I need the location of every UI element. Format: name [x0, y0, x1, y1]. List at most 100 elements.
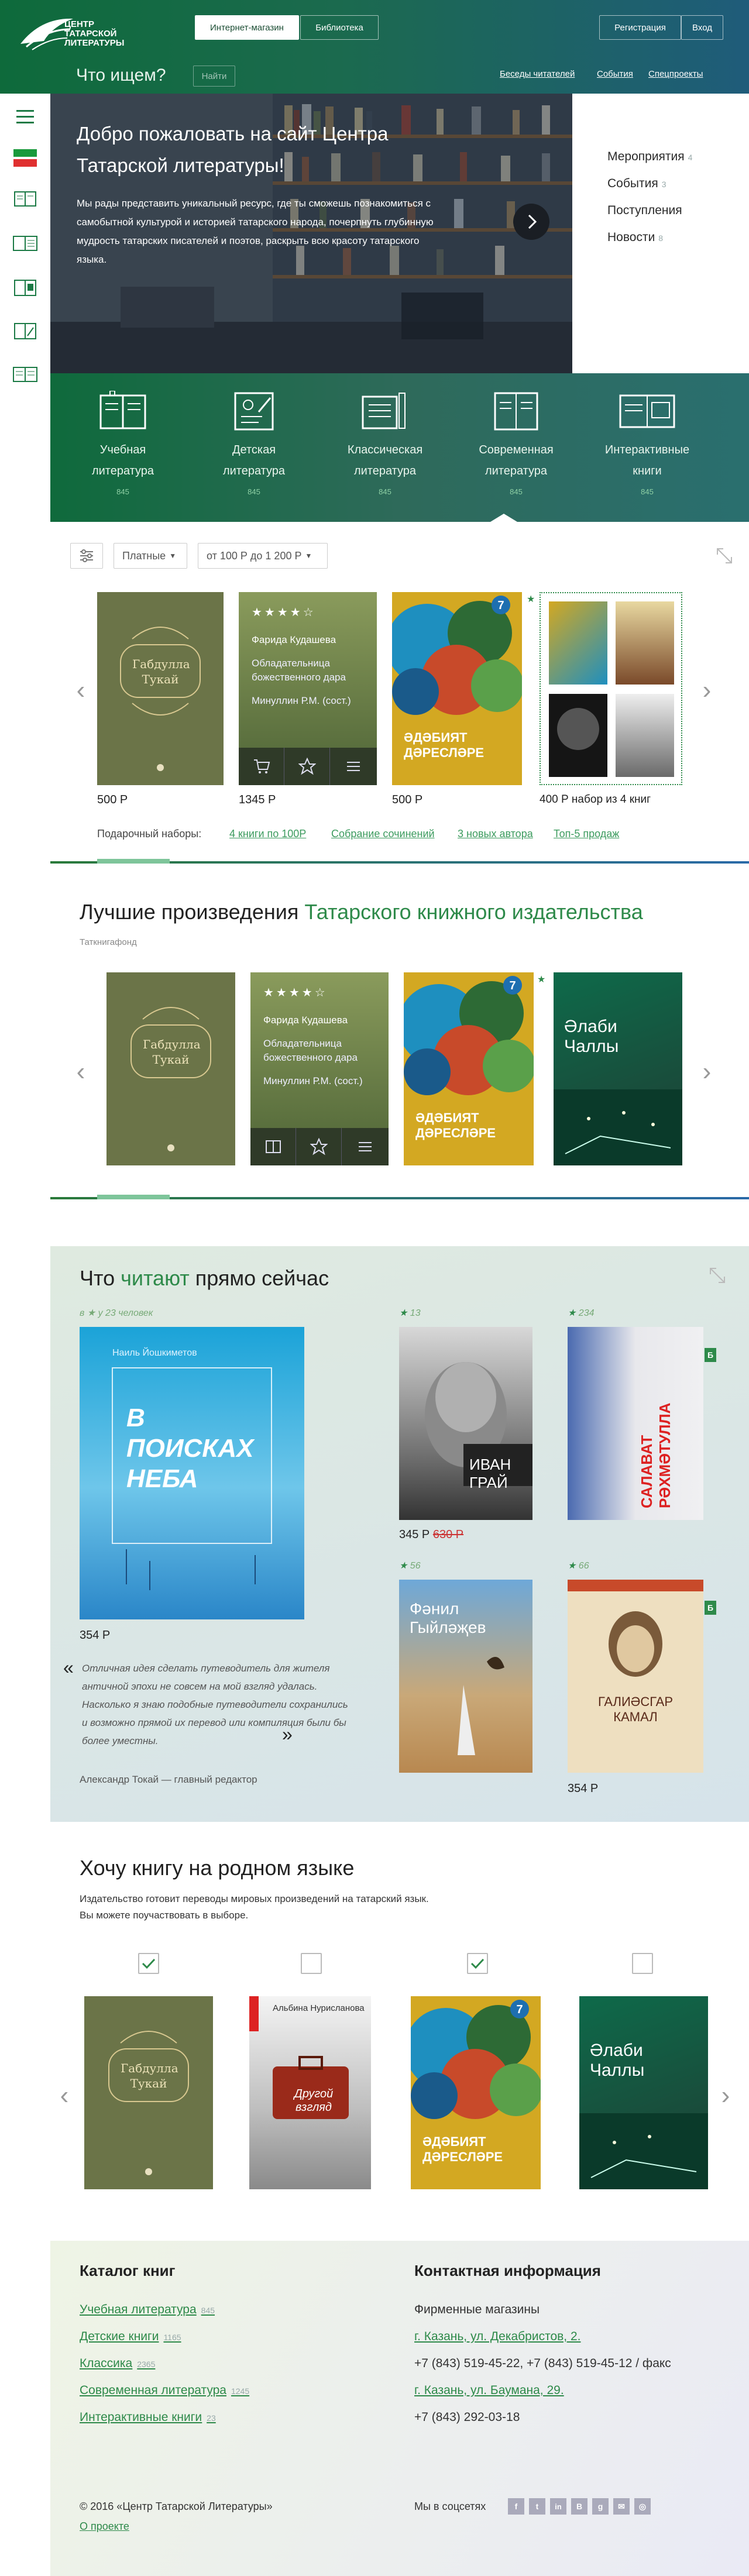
footer-address-link[interactable]: г. Казань, ул. Баумана, 29.	[414, 2384, 564, 2398]
tab-shop[interactable]: Интернет-магазин	[195, 15, 299, 40]
facebook-icon[interactable]: f	[508, 2498, 524, 2515]
footer-catalog-link[interactable]: Учебная литература 845	[80, 2303, 215, 2317]
expand-icon[interactable]	[715, 546, 734, 565]
book-cover-fanil[interactable]: Фәнил Гыйләҗев	[399, 1580, 532, 1773]
menu-icon[interactable]	[12, 106, 39, 128]
book-edit-icon[interactable]	[12, 321, 39, 342]
carousel-prev-arrow[interactable]: ‹	[75, 677, 87, 703]
vote-checkbox-3[interactable]	[467, 1953, 488, 1974]
vote-checkbox-1[interactable]	[138, 1953, 159, 1974]
carousel-next-arrow[interactable]: ›	[701, 1059, 713, 1085]
book-title: Другой взгляд	[294, 2087, 334, 2114]
vk-icon[interactable]: B	[571, 2498, 587, 2515]
book-cover-main[interactable]: Наиль Йошкиметов В ПОИСКАХ НЕБА	[80, 1327, 304, 1619]
book-list-icon[interactable]	[12, 233, 39, 254]
flag-icon[interactable]	[12, 147, 39, 168]
check-icon	[142, 1958, 156, 1969]
vote-checkbox-2[interactable]	[301, 1953, 322, 1974]
footer-address-link[interactable]: г. Казань, ул. Декабристов, 2.	[414, 2330, 580, 2344]
details-button[interactable]	[342, 1128, 389, 1165]
logo[interactable]: ЦЕНТР ТАТАРСКОЙ ЛИТЕРАТУРЫ	[18, 12, 170, 53]
category-label-1: Интерактивные	[604, 443, 690, 456]
carousel-prev-arrow[interactable]: ‹	[59, 2083, 70, 2109]
book-cover-ivan-gray[interactable]: ИВАН ГРАЙ	[399, 1327, 532, 1520]
hover-author: Фарида Кудашева	[263, 1014, 348, 1026]
link-special-projects[interactable]: Спецпроекты	[648, 69, 703, 79]
filter-settings-button[interactable]	[70, 543, 103, 569]
gift-set-link[interactable]: Топ-5 продаж	[554, 828, 619, 840]
book-cover-adebiyat[interactable]: 7 ӘДӘБИЯТ ДӘРЕСЛӘРЕ	[392, 592, 522, 785]
book-icon[interactable]	[12, 277, 39, 298]
mail-icon[interactable]: ✉	[613, 2498, 630, 2515]
book-open-icon[interactable]	[12, 188, 39, 209]
book-cover-adebiyat[interactable]: 7 ӘДӘБИЯТ ДӘРЕСЛӘРЕ	[411, 1996, 541, 2189]
price-range-select[interactable]: от 100 Р до 1 200 Р ▼	[198, 543, 328, 569]
hover-actions	[250, 1128, 389, 1165]
find-button[interactable]: Найти	[193, 66, 235, 87]
gift-set-link[interactable]: 4 книги по 100Р	[229, 828, 306, 840]
register-button[interactable]: Регистрация	[599, 15, 681, 40]
rpanel-item-happenings[interactable]: События 3	[607, 177, 666, 191]
carousel-prev-arrow[interactable]: ‹	[75, 1059, 87, 1085]
star-icon: ★	[568, 1308, 576, 1318]
footer-phone: +7 (843) 292-03-18	[414, 2410, 520, 2424]
link-reader-talks[interactable]: Беседы читателей	[500, 69, 575, 79]
book-cover-hover[interactable]: ★★★★☆ Фарида Кудашева Обладательница бож…	[250, 972, 389, 1165]
footer-catalog-link[interactable]: Интерактивные книги 23	[80, 2410, 216, 2424]
book-title: ИВАН ГРАЙ	[469, 1456, 511, 1491]
book-cover-chally[interactable]: Әлаби Чаллы	[579, 1996, 708, 2189]
category-count: 845	[116, 487, 129, 496]
gift-set-link[interactable]: Собрание сочинений	[331, 828, 435, 840]
quote-close-icon: »	[282, 1724, 293, 1745]
carousel-next-arrow[interactable]: ›	[701, 677, 713, 703]
category-classic[interactable]: Классическая литература 845	[338, 391, 432, 496]
book-cover-kamal[interactable]: ГАЛИӘСГАР КАМАЛ	[568, 1580, 703, 1773]
carousel-scroll-indicator[interactable]	[97, 859, 170, 864]
footer-catalog-link[interactable]: Современная литература 1245	[80, 2384, 249, 2398]
carousel-next-arrow[interactable]: ›	[720, 2083, 731, 2109]
tab-library[interactable]: Библиотека	[300, 15, 379, 40]
book-cover-tukay[interactable]: Габдулла Тукай	[97, 592, 224, 785]
book-cover-adebiyat[interactable]: 7 ӘДӘБИЯТ ДӘРЕСЛӘРЕ	[404, 972, 534, 1165]
book-cover-other-view[interactable]: Альбина Нурисланова Другой взгляд	[249, 1996, 371, 2189]
rpanel-item-news[interactable]: Новости 8	[607, 231, 663, 245]
footer-catalog-link[interactable]: Классика 2365	[80, 2357, 155, 2371]
cart-button[interactable]	[239, 748, 284, 785]
expand-icon[interactable]	[708, 1266, 727, 1285]
book-cover-hover[interactable]: ★★★★☆ Фарида Кудашева Обладательница бож…	[239, 592, 377, 785]
category-educational[interactable]: Учебная литература 845	[76, 390, 170, 496]
link-events[interactable]: События	[597, 69, 633, 79]
login-button[interactable]: Вход	[681, 15, 723, 40]
hero-next-button[interactable]	[513, 204, 549, 240]
paid-filter-select[interactable]: Платные ▼	[114, 543, 187, 569]
linkedin-icon[interactable]: in	[550, 2498, 566, 2515]
book-cover-tukay[interactable]: Габдулла Тукай	[106, 972, 235, 1165]
footer-catalog-link[interactable]: Детские книги 1165	[80, 2330, 181, 2344]
quote-role: главный редактор	[174, 1774, 257, 1785]
book-cover-chally[interactable]: Әлаби Чаллы	[554, 972, 682, 1165]
book-cover-salavat[interactable]: САЛАВАТ РӘХМӘТУЛЛА	[568, 1327, 703, 1520]
google-icon[interactable]: g	[592, 2498, 609, 2515]
instagram-icon[interactable]: ◎	[634, 2498, 651, 2515]
rpanel-item-arrivals[interactable]: Поступления	[607, 204, 682, 218]
category-modern[interactable]: Современная литература 845	[469, 391, 563, 496]
favorite-button[interactable]	[284, 748, 330, 785]
category-children[interactable]: Детская литература 845	[207, 391, 301, 496]
rpanel-item-count: 4	[688, 153, 693, 162]
carousel-scroll-indicator[interactable]	[97, 1195, 170, 1199]
vote-checkbox-4[interactable]	[632, 1953, 653, 1974]
rpanel-item-events[interactable]: Мероприятия 4	[607, 150, 692, 164]
footer-contact-title: Контактная информация	[414, 2262, 601, 2279]
gift-set-link[interactable]: 3 новых автора	[458, 828, 533, 840]
rpanel-item-label: Мероприятия	[607, 150, 685, 163]
book-text-icon[interactable]	[12, 364, 39, 385]
details-button[interactable]	[330, 748, 377, 785]
read-button[interactable]	[250, 1128, 296, 1165]
book-cover-tukay[interactable]: Габдулла Тукай	[84, 1996, 213, 2189]
search-input[interactable]: Что ищем?	[76, 66, 166, 85]
footer-about-link[interactable]: О проекте	[80, 2520, 129, 2533]
twitter-icon[interactable]: t	[529, 2498, 545, 2515]
category-interactive[interactable]: Интерактивные книги 845	[600, 391, 694, 496]
book-set-bundle[interactable]	[540, 592, 682, 785]
favorite-button[interactable]	[296, 1128, 342, 1165]
